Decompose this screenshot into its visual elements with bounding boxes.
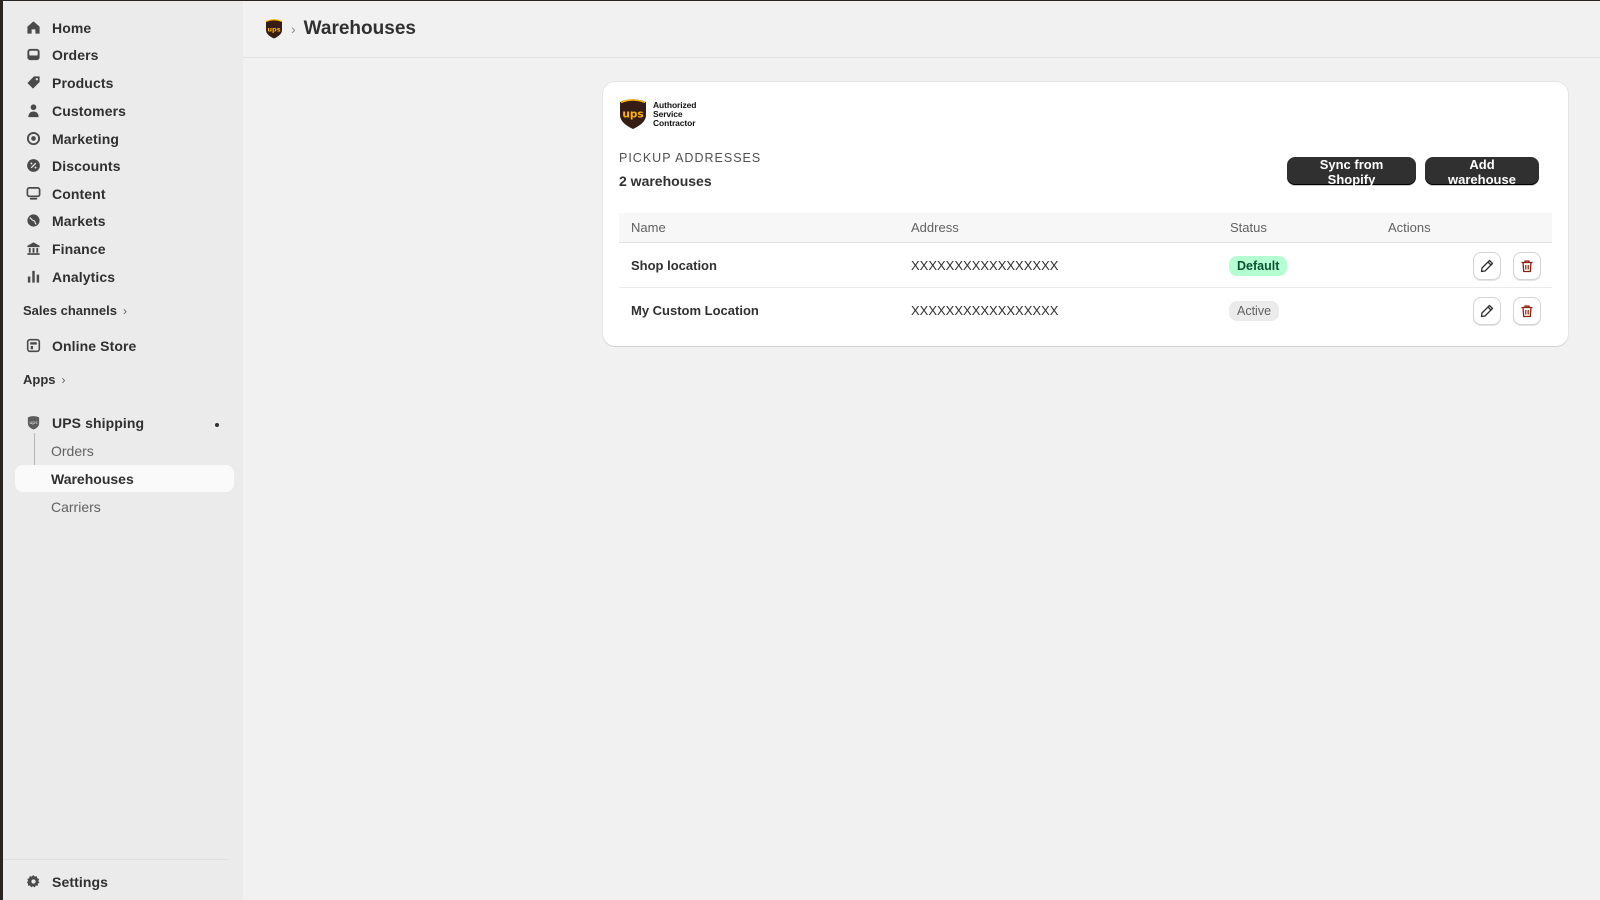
sidebar-subitem-orders[interactable]: Orders <box>15 437 234 464</box>
svg-text:ups: ups <box>622 109 643 121</box>
sidebar: Home Orders Products Customers Marketing <box>3 1 243 900</box>
inbox-icon <box>25 47 41 63</box>
svg-text:ups: ups <box>267 26 280 34</box>
sidebar-item-analytics[interactable]: Analytics <box>15 263 235 290</box>
target-icon <box>25 131 41 147</box>
person-icon <box>25 103 41 119</box>
trash-icon <box>1521 260 1533 273</box>
discount-icon <box>25 158 41 174</box>
sidebar-item-label: UPS shipping <box>52 414 145 431</box>
sidebar-item-marketing[interactable]: Marketing <box>15 125 235 152</box>
column-header-status: Status <box>1230 220 1267 235</box>
apps-label: Apps <box>23 372 56 387</box>
pencil-icon <box>1480 259 1494 273</box>
app-frame: Home Orders Products Customers Marketing <box>3 1 1600 900</box>
sidebar-item-label: Products <box>52 74 114 91</box>
sidebar-item-finance[interactable]: Finance <box>15 235 235 262</box>
ups-shield-logo: ups <box>620 99 646 129</box>
trash-icon <box>1521 305 1533 318</box>
sync-from-shopify-button[interactable]: Sync from Shopify <box>1287 157 1416 187</box>
page-title: Warehouses <box>303 18 416 39</box>
pencil-icon <box>1480 304 1494 318</box>
sidebar-item-home[interactable]: Home <box>15 14 235 41</box>
column-header-actions: Actions <box>1388 220 1431 235</box>
ups-brand: ups Authorized Service Contractor <box>619 98 696 130</box>
sidebar-item-orders[interactable]: Orders <box>15 41 235 68</box>
page-header: ups › Warehouses <box>243 1 1600 58</box>
bar-chart-icon <box>25 269 41 285</box>
sidebar-item-label: Settings <box>52 873 109 890</box>
sidebar-subitem-carriers[interactable]: Carriers <box>15 493 234 520</box>
sidebar-item-label: Home <box>52 19 92 36</box>
sidebar-item-online-store[interactable]: Online Store <box>15 332 235 359</box>
column-header-name: Name <box>631 220 666 235</box>
svg-text:ups: ups <box>29 421 38 426</box>
table-row: My Custom Location XXXXXXXXXXXXXXXXX Act… <box>619 288 1552 332</box>
brand-line: Contractor <box>653 117 696 128</box>
warehouse-address: XXXXXXXXXXXXXXXXX <box>911 303 1059 318</box>
warehouse-count: 2 warehouses <box>619 173 712 189</box>
sales-channels-header[interactable]: Sales channels › <box>23 303 127 318</box>
sidebar-item-ups-shipping[interactable]: ups UPS shipping <box>15 409 235 436</box>
ups-app-icon: ups <box>25 415 41 431</box>
sidebar-item-content[interactable]: Content <box>15 180 235 207</box>
section-eyebrow: PICKUP ADDRESSES <box>619 151 762 165</box>
edit-button[interactable] <box>1473 252 1501 280</box>
sidebar-item-label: Analytics <box>52 268 116 285</box>
add-warehouse-button[interactable]: Add warehouse <box>1425 157 1539 187</box>
warehouses-table: Name Address Status Actions Shop locatio… <box>619 213 1552 332</box>
sidebar-item-discounts[interactable]: Discounts <box>15 152 235 179</box>
app-pin-dot <box>215 423 219 427</box>
sales-channels-label: Sales channels <box>23 303 117 318</box>
status-badge: Active <box>1229 301 1280 321</box>
bank-icon <box>25 241 41 257</box>
sidebar-item-label: Content <box>52 185 106 202</box>
warehouse-address: XXXXXXXXXXXXXXXXX <box>911 258 1059 273</box>
sidebar-item-label: Online Store <box>52 337 137 354</box>
chevron-right-icon: › <box>122 303 127 318</box>
chevron-right-icon: › <box>61 372 66 387</box>
breadcrumb-separator: › <box>291 21 296 37</box>
globe-icon <box>25 213 41 229</box>
sidebar-item-label: Finance <box>52 240 106 257</box>
table-row: Shop location XXXXXXXXXXXXXXXXX Default <box>619 243 1552 288</box>
main-content: ups › Warehouses ups Authorized Service … <box>243 1 1600 900</box>
content-icon <box>25 186 41 202</box>
warehouses-card: ups Authorized Service Contractor PICKUP… <box>603 82 1568 346</box>
sidebar-item-settings[interactable]: Settings <box>15 868 235 895</box>
home-icon <box>25 20 41 36</box>
store-icon <box>25 338 41 354</box>
sidebar-item-label: Marketing <box>52 130 120 147</box>
warehouse-name: Shop location <box>631 258 717 273</box>
edit-button[interactable] <box>1473 297 1501 325</box>
sidebar-item-label: Customers <box>52 102 127 119</box>
sidebar-subitem-warehouses[interactable]: Warehouses <box>15 465 234 492</box>
sidebar-item-label: Markets <box>52 212 106 229</box>
delete-button[interactable] <box>1513 297 1541 325</box>
brand-caption: Authorized Service Contractor <box>653 100 696 128</box>
ups-logo-icon: ups <box>265 19 283 39</box>
sidebar-item-markets[interactable]: Markets <box>15 207 235 234</box>
column-header-address: Address <box>911 220 959 235</box>
tag-icon <box>25 75 41 91</box>
sidebar-item-label: Orders <box>52 46 99 63</box>
sidebar-divider <box>3 859 229 860</box>
sidebar-item-products[interactable]: Products <box>15 69 235 96</box>
sidebar-item-customers[interactable]: Customers <box>15 97 235 124</box>
apps-header[interactable]: Apps › <box>23 372 66 387</box>
status-badge: Default <box>1229 256 1288 276</box>
delete-button[interactable] <box>1513 252 1541 280</box>
table-header: Name Address Status Actions <box>619 213 1552 243</box>
gear-icon <box>25 874 41 890</box>
warehouse-name: My Custom Location <box>631 303 759 318</box>
sidebar-item-label: Discounts <box>52 157 121 174</box>
